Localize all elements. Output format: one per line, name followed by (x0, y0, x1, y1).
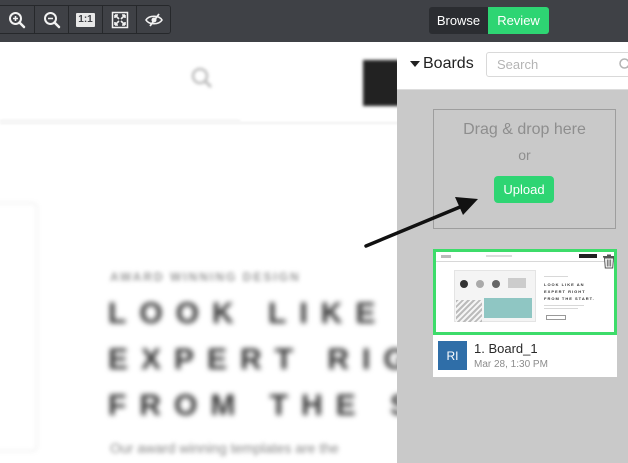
thumb-search (486, 255, 512, 257)
zoom-controls: 1:1 (0, 5, 171, 34)
headline-line-1: LOOK LIKE A (108, 297, 400, 330)
thumb-dot-1 (460, 280, 468, 288)
board-date: Mar 28, 1:30 PM (474, 359, 548, 370)
thumb-block (508, 278, 526, 288)
thumb-body-line-2 (544, 308, 578, 309)
drag-drop-text: Drag & drop here (463, 121, 586, 138)
thumb-stripes (456, 300, 482, 322)
zoom-out-icon (43, 11, 60, 28)
search-icon (191, 67, 213, 89)
thumb-headline-2: EXPERT RIGHT (544, 289, 586, 294)
thumb-body-line-1 (544, 305, 584, 306)
thumb-dot-3 (492, 280, 500, 288)
panel-header: Boards (397, 42, 628, 90)
headline-line-2: EXPERT RIGH (108, 343, 400, 376)
thumb-teal-block (484, 298, 532, 318)
search-underline (0, 120, 240, 121)
avatar: RI (438, 341, 467, 370)
mode-toggle: Browse Review (429, 7, 549, 34)
boards-dropdown[interactable]: Boards (410, 55, 474, 73)
thumb-logo (441, 255, 451, 258)
caret-down-icon (410, 61, 420, 67)
search-icon[interactable] (618, 57, 628, 73)
actual-size-button[interactable]: 1:1 (68, 6, 102, 33)
page-preview: AWARD WINNING DESIGN LOOK LIKE A EXPERT … (0, 42, 400, 463)
thumb-headline-3: FROM THE START. (544, 296, 595, 301)
zoom-in-icon (9, 11, 26, 28)
trash-icon[interactable] (602, 254, 616, 269)
thumb-headline-1: LOOK LIKE AN (544, 282, 585, 287)
board-card[interactable]: LOOK LIKE AN EXPERT RIGHT FROM THE START… (433, 249, 617, 377)
search-input[interactable] (487, 53, 607, 76)
thumb-divider (436, 261, 614, 262)
upload-button[interactable]: Upload (494, 176, 554, 203)
headline-line-3: FROM THE ST (108, 389, 400, 422)
body-text: Our award winning templates are the (110, 440, 339, 456)
board-meta: RI 1. Board_1 Mar 28, 1:30 PM (433, 335, 617, 377)
search-box (486, 52, 628, 77)
board-thumbnail[interactable]: LOOK LIKE AN EXPERT RIGHT FROM THE START… (433, 249, 617, 335)
actual-size-label: 1:1 (76, 12, 95, 27)
fit-screen-button[interactable] (102, 6, 136, 33)
or-text: or (518, 147, 531, 163)
zoom-out-button[interactable] (34, 6, 68, 33)
top-toolbar: 1:1 Browse Review (0, 0, 628, 42)
thumb-tag-line (544, 276, 568, 277)
header-divider (0, 122, 400, 124)
thumb-dot-2 (476, 280, 484, 288)
browse-button[interactable]: Browse (429, 7, 488, 34)
section-tag: AWARD WINNING DESIGN (110, 270, 301, 284)
board-name[interactable]: 1. Board_1 (474, 341, 538, 356)
dark-image (363, 60, 400, 106)
hide-annotations-button[interactable] (136, 6, 170, 33)
zoom-in-button[interactable] (0, 6, 34, 33)
thumb-button (579, 254, 597, 258)
eye-slash-icon (144, 12, 163, 27)
upload-dropzone[interactable]: Drag & drop here or Upload (433, 109, 616, 229)
fit-screen-icon (111, 11, 128, 28)
thumb-cta (546, 315, 566, 320)
review-button[interactable]: Review (488, 7, 549, 34)
boards-panel: Boards Drag & drop here or Upload (397, 42, 628, 463)
boards-label: Boards (423, 55, 474, 72)
left-card (0, 202, 38, 452)
